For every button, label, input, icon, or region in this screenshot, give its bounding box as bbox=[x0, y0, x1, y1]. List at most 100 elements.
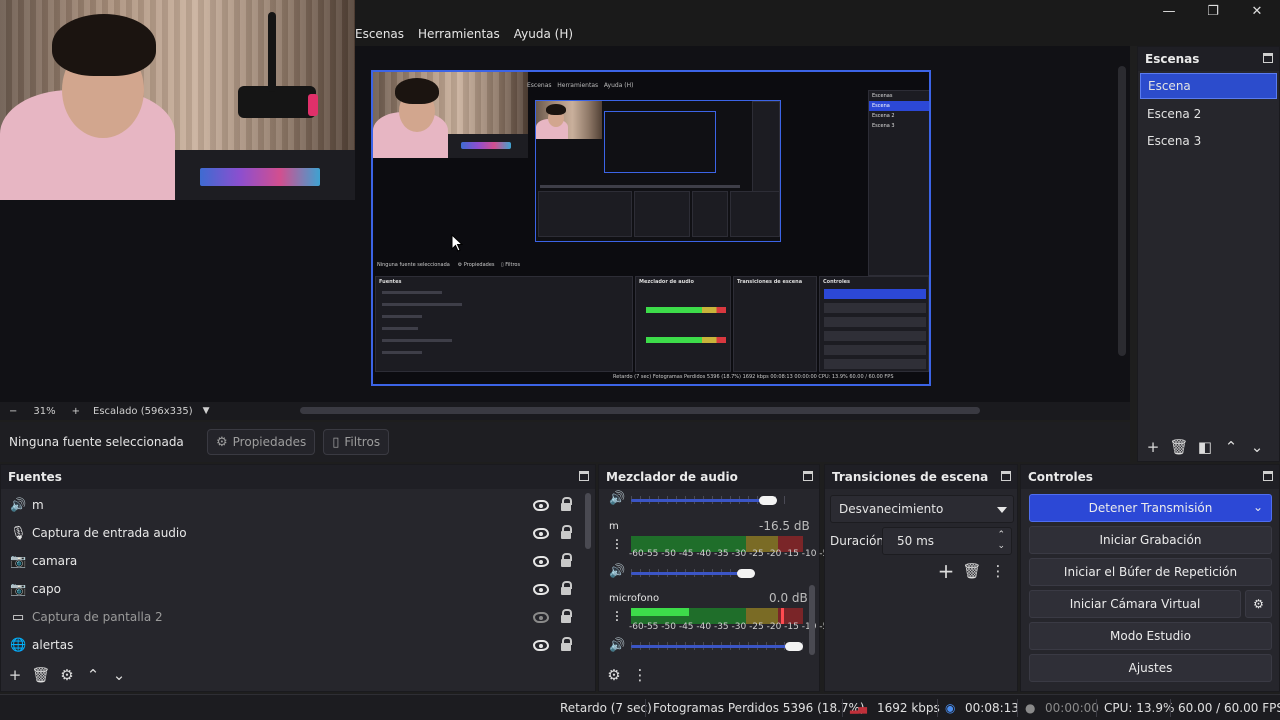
nested-sources-dock: Fuentes bbox=[375, 276, 633, 372]
stepper-arrows-icon[interactable]: ⌃ ⌄ bbox=[997, 530, 1005, 552]
menu-ayuda[interactable]: Ayuda (H) bbox=[507, 27, 580, 41]
visibility-hidden-eye-icon[interactable] bbox=[533, 612, 549, 623]
stop-streaming-button[interactable]: Detener Transmisión ⌄ bbox=[1029, 494, 1272, 522]
source-item[interactable]: 🌐 alertas bbox=[1, 631, 591, 659]
move-up-icon[interactable]: ⌃ bbox=[80, 663, 106, 687]
mixer-menu-icon[interactable]: ⋮ bbox=[627, 663, 653, 687]
lock-icon[interactable] bbox=[561, 637, 572, 651]
virtual-camera-button[interactable]: Iniciar Cámara Virtual bbox=[1029, 590, 1241, 618]
speaker-icon[interactable]: 🔊 bbox=[609, 564, 625, 579]
gear-icon: ⚙ bbox=[1253, 597, 1264, 611]
camera-icon: 📷 bbox=[10, 581, 27, 597]
lock-icon[interactable] bbox=[561, 553, 572, 567]
move-down-icon[interactable]: ⌄ bbox=[106, 663, 132, 687]
move-up-icon[interactable]: ⌃ bbox=[1218, 435, 1244, 459]
trash-icon[interactable]: 🗑 bbox=[28, 663, 54, 687]
lock-icon[interactable] bbox=[561, 525, 572, 539]
nested-controls-dock: Controles bbox=[819, 276, 929, 372]
channel-menu-icon[interactable]: · · · bbox=[609, 534, 625, 556]
undock-icon[interactable] bbox=[1263, 471, 1273, 481]
zoom-in-button[interactable]: + bbox=[72, 406, 80, 417]
microphone-icon: 🎙 bbox=[10, 525, 27, 541]
sources-toolbar: + 🗑 ⚙ ⌃ ⌄ bbox=[1, 661, 595, 689]
add-transition-button[interactable]: + bbox=[933, 559, 959, 583]
webcam-overlay bbox=[0, 0, 355, 200]
controls-dock-title: Controles bbox=[1021, 465, 1279, 489]
undock-icon[interactable] bbox=[1263, 53, 1273, 63]
visibility-eye-icon[interactable] bbox=[533, 500, 549, 511]
mouse-cursor-icon bbox=[451, 234, 463, 252]
trash-icon[interactable]: 🗑 bbox=[959, 559, 985, 583]
mixer-scrollbar[interactable] bbox=[809, 585, 815, 655]
cpu-status: CPU: 13.9% bbox=[1104, 701, 1175, 715]
add-source-button[interactable]: + bbox=[2, 663, 28, 687]
close-button[interactable]: ✕ bbox=[1235, 0, 1279, 22]
properties-button[interactable]: ⚙ Propiedades bbox=[207, 429, 316, 455]
settings-button[interactable]: Ajustes bbox=[1029, 654, 1272, 682]
duration-spinbox[interactable]: 50 ms ⌃ ⌄ bbox=[882, 527, 1012, 555]
source-item[interactable]: 🔊 m bbox=[1, 491, 591, 519]
minimize-icon: — bbox=[1162, 3, 1176, 19]
lock-icon[interactable] bbox=[561, 581, 572, 595]
scene-item[interactable]: Escena bbox=[1140, 73, 1277, 99]
camera-icon: 📷 bbox=[10, 553, 27, 569]
visibility-eye-icon[interactable] bbox=[533, 584, 549, 595]
channel-menu-icon[interactable]: · · · bbox=[609, 606, 625, 628]
source-item[interactable]: ▭ Captura de pantalla 2 bbox=[1, 603, 591, 631]
source-item[interactable]: 🎙 Captura de entrada audio bbox=[1, 519, 591, 547]
add-scene-button[interactable]: + bbox=[1140, 435, 1166, 459]
visibility-eye-icon[interactable] bbox=[533, 528, 549, 539]
start-recording-button[interactable]: Iniciar Grabación bbox=[1029, 526, 1272, 554]
scene-item[interactable]: Escena 3 bbox=[1140, 128, 1277, 154]
scaling-dropdown-icon[interactable]: ▼ bbox=[203, 406, 210, 416]
transition-menu-icon[interactable]: ⋮ bbox=[985, 559, 1011, 583]
move-down-icon[interactable]: ⌄ bbox=[1244, 435, 1270, 459]
volume-knob[interactable] bbox=[785, 642, 803, 651]
minimize-button[interactable]: — bbox=[1147, 0, 1191, 22]
master-volume-knob[interactable] bbox=[759, 496, 777, 505]
preview-vertical-scrollbar[interactable] bbox=[1118, 66, 1126, 356]
visibility-eye-icon[interactable] bbox=[533, 640, 549, 651]
undock-icon[interactable] bbox=[803, 471, 813, 481]
volume-slider[interactable] bbox=[631, 645, 794, 648]
sources-scrollbar[interactable] bbox=[585, 493, 591, 549]
advanced-audio-gear-icon[interactable]: ⚙ bbox=[601, 663, 627, 687]
source-item[interactable]: 📷 camara bbox=[1, 547, 591, 575]
virtual-camera-settings-button[interactable]: ⚙ bbox=[1245, 590, 1272, 618]
scene-item[interactable]: Escena 2 bbox=[1140, 101, 1277, 127]
maximize-button[interactable]: ❐ bbox=[1191, 0, 1235, 22]
menu-herramientas[interactable]: Herramientas bbox=[411, 27, 507, 41]
filter-icon[interactable]: ◧ bbox=[1192, 435, 1218, 459]
nested-source-toolbar: Ninguna fuente seleccionada ⚙ Propiedade… bbox=[377, 262, 521, 268]
lock-icon[interactable] bbox=[561, 609, 572, 623]
lock-icon[interactable] bbox=[561, 497, 572, 511]
meter-scale: -60-55 -50 -45 -40 -35 -30 -25 -20 -15 -… bbox=[629, 622, 837, 632]
speaker-icon[interactable]: 🔊 bbox=[609, 491, 625, 506]
program-preview[interactable]: Escenas Herramientas Ayuda (H) Escenas E… bbox=[371, 70, 931, 386]
zoom-level: 31% bbox=[33, 405, 56, 417]
zoom-out-button[interactable]: − bbox=[9, 406, 17, 417]
transition-select[interactable]: Desvanecimiento bbox=[830, 495, 1014, 523]
gear-icon[interactable]: ⚙ bbox=[54, 663, 80, 687]
replay-buffer-button[interactable]: Iniciar el Búfer de Repetición bbox=[1029, 558, 1272, 586]
scenes-dock-title: Escenas bbox=[1138, 47, 1279, 71]
trash-icon[interactable]: 🗑 bbox=[1166, 435, 1192, 459]
volume-slider[interactable] bbox=[631, 572, 746, 575]
chevron-down-icon[interactable]: ⌄ bbox=[1253, 500, 1263, 514]
source-item[interactable]: 📷 capo bbox=[1, 575, 591, 603]
streaming-icon: ◉ bbox=[945, 701, 956, 715]
master-volume-slider[interactable] bbox=[631, 499, 768, 502]
undock-icon[interactable] bbox=[579, 471, 589, 481]
studio-mode-button[interactable]: Modo Estudio bbox=[1029, 622, 1272, 650]
transitions-dock-title: Transiciones de escena bbox=[825, 465, 1017, 489]
preview-horizontal-scrollbar[interactable] bbox=[300, 407, 980, 414]
menu-escenas[interactable]: Escenas bbox=[348, 27, 411, 41]
dropped-frames-status: Fotogramas Perdidos 5396 (18.7%) bbox=[653, 701, 865, 715]
scene-transitions-dock: Transiciones de escena Desvanecimiento D… bbox=[824, 464, 1018, 692]
visibility-eye-icon[interactable] bbox=[533, 556, 549, 567]
fps-status: 60.00 / 60.00 FPS bbox=[1178, 701, 1280, 715]
filters-button[interactable]: ▯ Filtros bbox=[323, 429, 390, 455]
volume-knob[interactable] bbox=[737, 569, 755, 578]
undock-icon[interactable] bbox=[1001, 471, 1011, 481]
speaker-icon[interactable]: 🔊 bbox=[609, 638, 625, 653]
